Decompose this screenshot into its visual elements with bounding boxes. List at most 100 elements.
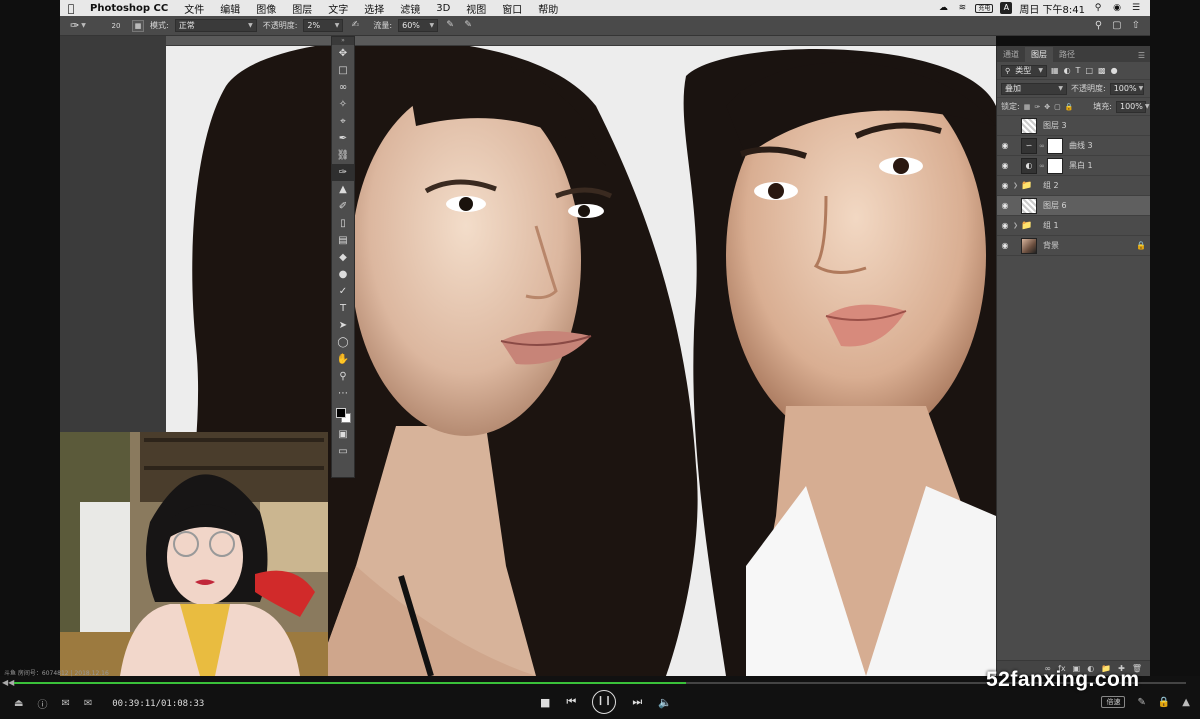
layer-name[interactable]: 组 2 bbox=[1039, 180, 1150, 191]
flow-field[interactable]: 60% ▼ bbox=[398, 19, 439, 32]
fill-field[interactable]: 100% ▼ bbox=[1116, 100, 1150, 113]
layer-row[interactable]: 图层 3 bbox=[997, 116, 1150, 136]
brush-preset-icon[interactable]: ✑ ▼ bbox=[70, 18, 100, 34]
pen-icon[interactable]: ✎ bbox=[1137, 697, 1145, 708]
airbrush-icon[interactable]: ✎ bbox=[444, 20, 456, 32]
pressure-size-icon[interactable]: ✎ bbox=[462, 20, 474, 32]
pause-button[interactable]: ❙❙ bbox=[592, 690, 617, 714]
menu-filter[interactable]: 滤镜 bbox=[392, 1, 428, 16]
layer-group-row[interactable]: ◉ ❯ 📁 组 1 bbox=[997, 216, 1150, 236]
comment-icon[interactable]: ✉ bbox=[84, 698, 92, 709]
healing-brush-tool-icon[interactable]: ⛓ bbox=[332, 147, 354, 164]
gradient-tool-icon[interactable]: ▤ bbox=[332, 232, 354, 249]
menu-3d[interactable]: 3D bbox=[428, 3, 458, 14]
filter-type-icon[interactable]: T bbox=[1076, 66, 1081, 75]
layer-filter-select[interactable]: ⚲ 类型 ▼ bbox=[1001, 64, 1047, 77]
dodge-tool-icon[interactable]: ● bbox=[332, 266, 354, 283]
layer-mask-thumbnail[interactable] bbox=[1047, 157, 1063, 174]
opacity-field[interactable]: 2% ▼ bbox=[303, 19, 344, 32]
layer-name[interactable]: 图层 3 bbox=[1039, 120, 1150, 131]
share-icon[interactable]: ⇧ bbox=[1132, 20, 1140, 31]
layer-opacity-field[interactable]: 100% ▼ bbox=[1109, 82, 1144, 95]
eye-icon[interactable]: ◉ bbox=[997, 201, 1013, 210]
menu-type[interactable]: 文字 bbox=[320, 1, 356, 16]
menubar-clock[interactable]: 周日 下午8:41 bbox=[1019, 1, 1085, 16]
layer-name[interactable]: 图层 6 bbox=[1039, 200, 1150, 211]
marquee-tool-icon[interactable]: □ bbox=[332, 62, 354, 79]
eject-icon[interactable]: ⏏ bbox=[14, 698, 23, 709]
wifi-icon[interactable]: ≋ bbox=[956, 3, 968, 13]
layer-name[interactable]: 黑白 1 bbox=[1065, 160, 1150, 171]
history-brush-tool-icon[interactable]: ✐ bbox=[332, 198, 354, 215]
stop-icon[interactable]: ■ bbox=[540, 696, 550, 709]
menu-file[interactable]: 文件 bbox=[176, 1, 212, 16]
pressure-opacity-icon[interactable]: ✍ bbox=[349, 20, 361, 32]
blur-tool-icon[interactable]: ◆ bbox=[332, 249, 354, 266]
tools-panel-header[interactable]: » bbox=[332, 37, 354, 45]
lock-artboard-icon[interactable]: ▢ bbox=[1054, 103, 1061, 111]
hand-tool-icon[interactable]: ✋ bbox=[332, 351, 354, 368]
foreground-color-swatch[interactable] bbox=[336, 408, 346, 418]
info-icon[interactable]: ⓘ bbox=[37, 696, 47, 711]
layer-mask-thumbnail[interactable] bbox=[1047, 137, 1063, 154]
menu-select[interactable]: 选择 bbox=[356, 1, 392, 16]
chevron-right-icon[interactable]: ❯ bbox=[1013, 182, 1021, 189]
filter-pixel-icon[interactable]: ▦ bbox=[1051, 66, 1059, 75]
lock-transparent-icon[interactable]: ▦ bbox=[1024, 103, 1031, 111]
eye-icon[interactable]: ◉ bbox=[997, 221, 1013, 230]
tab-channels[interactable]: 通道 bbox=[997, 47, 1025, 62]
ellipse-tool-icon[interactable]: ◯ bbox=[332, 334, 354, 351]
layer-row[interactable]: ◉ ∽ ∞ 曲线 3 bbox=[997, 136, 1150, 156]
layer-row-background[interactable]: ◉ 背景 🔒 bbox=[997, 236, 1150, 256]
layer-row[interactable]: ◉ ◐ ∞ 黑白 1 bbox=[997, 156, 1150, 176]
chat-icon[interactable]: ✉ bbox=[61, 698, 69, 709]
move-tool-icon[interactable]: ✥ bbox=[332, 45, 354, 62]
blend-mode-select[interactable]: 叠加 ▼ bbox=[1001, 82, 1067, 95]
filter-adjustment-icon[interactable]: ◐ bbox=[1064, 66, 1071, 75]
lock-position-icon[interactable]: ✥ bbox=[1044, 103, 1050, 111]
lock-image-icon[interactable]: ✑ bbox=[1034, 103, 1040, 111]
color-swatches[interactable] bbox=[332, 402, 354, 426]
layer-row-selected[interactable]: ◉ 图层 6 bbox=[997, 196, 1150, 216]
lock-icon[interactable]: 🔒 bbox=[1158, 697, 1170, 708]
creative-cloud-icon[interactable]: ☁ bbox=[937, 3, 949, 13]
eye-icon[interactable]: ◉ bbox=[997, 161, 1013, 170]
brush-panel-toggle-icon[interactable]: ▦ bbox=[132, 19, 144, 32]
clone-stamp-tool-icon[interactable]: ▲ bbox=[332, 181, 354, 198]
quick-mask-icon[interactable]: ▣ bbox=[332, 426, 354, 443]
eye-icon[interactable]: ◉ bbox=[997, 141, 1013, 150]
zoom-tool-icon[interactable]: ⚲ bbox=[332, 368, 354, 385]
filter-shape-icon[interactable]: □ bbox=[1085, 66, 1093, 75]
pen-tool-icon[interactable]: ✓ bbox=[332, 283, 354, 300]
panel-menu-icon[interactable]: ☰ bbox=[1133, 49, 1150, 62]
battery-icon[interactable]: 充电 bbox=[975, 3, 994, 13]
eraser-tool-icon[interactable]: ▯ bbox=[332, 215, 354, 232]
layer-name[interactable]: 组 1 bbox=[1039, 220, 1150, 231]
brush-tool-icon[interactable]: ✑ bbox=[332, 164, 354, 181]
eye-icon[interactable]: ◉ bbox=[997, 241, 1013, 250]
next-icon[interactable]: ⏭ bbox=[632, 695, 642, 709]
workspace-icon[interactable]: ▢ bbox=[1112, 20, 1121, 31]
previous-icon[interactable]: ⏮ bbox=[566, 695, 576, 709]
eyedropper-tool-icon[interactable]: ✒ bbox=[332, 130, 354, 147]
filter-smart-object-icon[interactable]: ▩ bbox=[1098, 66, 1106, 75]
eye-icon[interactable]: ◉ bbox=[997, 181, 1013, 190]
rewind-icon[interactable]: ◀◀ bbox=[2, 678, 14, 687]
speed-button[interactable]: 倍速 bbox=[1101, 696, 1126, 708]
menu-edit[interactable]: 编辑 bbox=[212, 1, 248, 16]
lock-all-icon[interactable]: 🔒 bbox=[1065, 103, 1074, 111]
layer-group-row[interactable]: ◉ ❯ 📁 组 2 bbox=[997, 176, 1150, 196]
magic-wand-tool-icon[interactable]: ✧ bbox=[332, 96, 354, 113]
siri-icon[interactable]: ◉ bbox=[1111, 3, 1123, 13]
type-tool-icon[interactable]: T bbox=[332, 300, 354, 317]
expand-icon[interactable]: ▲ bbox=[1182, 697, 1190, 708]
menu-window[interactable]: 窗口 bbox=[494, 1, 530, 16]
more-tools-icon[interactable]: ⋯ bbox=[332, 385, 354, 402]
chevron-right-icon[interactable]: ❯ bbox=[1013, 222, 1021, 229]
screen-mode-icon[interactable]: ▭ bbox=[332, 443, 354, 460]
tab-layers[interactable]: 图层 bbox=[1025, 47, 1053, 62]
menu-help[interactable]: 帮助 bbox=[530, 1, 566, 16]
search-icon[interactable]: ⚲ bbox=[1092, 3, 1104, 13]
tab-paths[interactable]: 路径 bbox=[1053, 47, 1081, 62]
menu-image[interactable]: 图像 bbox=[248, 1, 284, 16]
